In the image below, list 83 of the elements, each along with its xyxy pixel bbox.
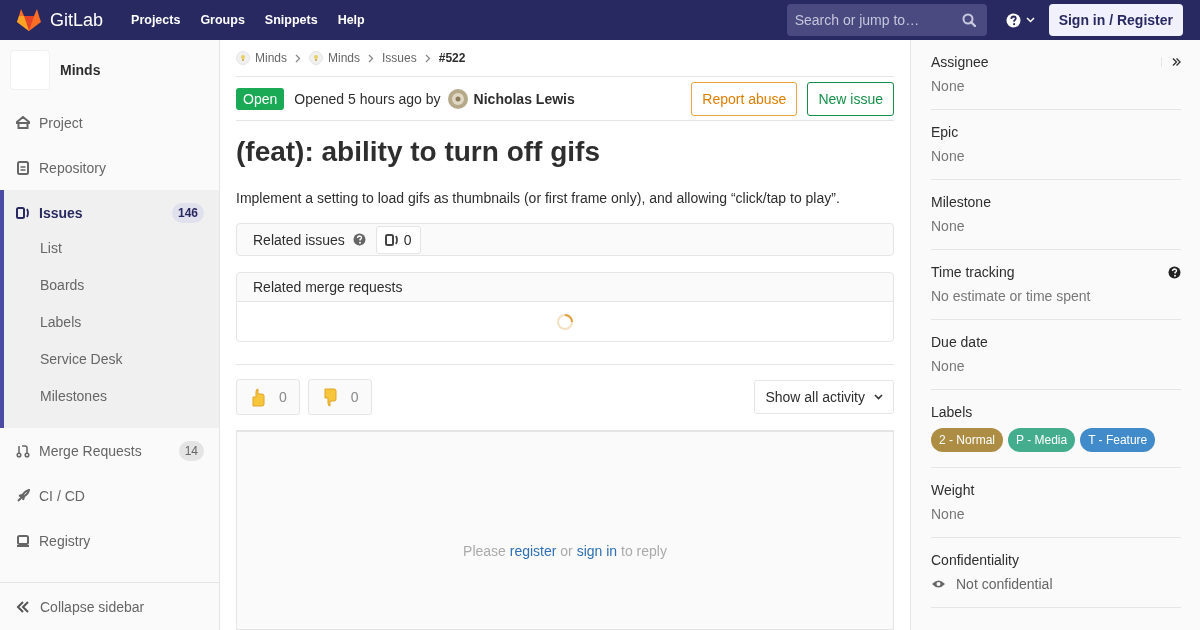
register-link[interactable]: register [509,542,557,559]
nav-link[interactable]: Groups [200,13,245,27]
issue-count-badge: 0 [375,225,421,254]
count-badge: 146 [171,202,204,223]
status-badge: Open [236,87,285,110]
eye-icon [931,579,946,589]
avatar-icon [446,87,469,110]
opened-text: Opened 5 hours ago by [294,90,441,107]
sidebar-section-title: Due date [931,334,988,350]
fox-logo-icon [16,8,42,32]
sidebar-section-title: Epic [931,124,959,140]
search-field[interactable]: Search or jump to… [786,4,987,36]
breadcrumb-link[interactable]: Minds [236,51,287,66]
sidebar-item[interactable]: Registry [4,518,219,563]
chevron-right-icon [295,53,301,63]
sidebar-section-value: None [931,218,966,234]
loading-spinner-icon [556,312,574,331]
sidebar-item[interactable]: Issues 146 [4,190,219,235]
sidebar-section-title: Labels [931,404,973,420]
sidebar-section-title: Time tracking [931,264,1015,280]
sidebar-section-value: Not confidential [956,576,1053,592]
rocket-icon [16,488,30,503]
nav-link[interactable]: Help [337,13,365,27]
help-dropdown[interactable] [1005,12,1035,28]
sidebar-subitem[interactable]: Service Desk [4,346,219,383]
sidebar-section-title: Assignee [931,54,989,70]
chevron-right-icon [424,53,431,63]
merge-icon [16,443,30,458]
registry-icon [16,533,30,548]
issues-icon [384,232,399,247]
author-link[interactable]: Nicholas Lewis [473,90,575,107]
double-chevron-left-icon [16,600,30,613]
project-icon [16,115,30,130]
sidebar-subitem[interactable]: Boards [4,272,219,309]
sidebar-section-value: None [931,78,966,94]
chevron-right-icon [368,53,375,63]
chevron-down-icon [874,394,883,400]
sidebar-section-value: None [931,358,966,374]
sidebar-item[interactable]: CI / CD [4,473,219,518]
breadcrumb-link[interactable]: Issues [382,51,417,66]
sign-in-button[interactable]: Sign in / Register [1048,4,1183,36]
help-icon [1168,265,1181,279]
sidebar-section-value: None [931,148,966,164]
sidebar-subitem[interactable]: Milestones [4,383,219,420]
sidebar-section-value: No estimate or time spent [931,288,1092,304]
issue-title: (feat): ability to turn off gifs [236,136,601,168]
sidebar-item[interactable]: Project [4,100,219,145]
thumbs-up-icon [249,387,267,407]
brand-name[interactable]: GitLab [50,9,104,31]
breadcrumb-link[interactable]: Minds [309,51,361,66]
issues-icon [16,205,30,220]
lightbulb-avatar-icon [236,51,250,66]
help-icon [352,233,366,246]
caret-icon [1025,17,1035,23]
new-issue-button[interactable]: New issue [807,81,894,116]
help-icon [1005,12,1021,28]
search-icon [961,13,976,27]
sign-in-link[interactable]: sign in [576,542,618,559]
sidebar-section-title: Confidentiality [931,552,1019,568]
lightbulb-avatar-icon [309,51,323,66]
panel-title: Related issues [253,231,345,248]
nav-link[interactable]: Snippets [264,13,318,27]
label-tag[interactable]: T - Feature [1080,428,1156,452]
report-abuse-button[interactable]: Report abuse [691,81,798,116]
sidebar-section-value: None [931,506,966,522]
award-button[interactable]: 0 [307,379,372,415]
count-badge: 14 [178,440,204,461]
sidebar-item[interactable]: Merge Requests 14 [4,428,219,473]
sidebar-section-title: Weight [931,482,975,498]
reply-prompt: Please register or sign in to reply [463,542,667,559]
sidebar-subitem[interactable]: List [4,235,219,272]
issue-description: Implement a setting to load gifs as thumbnails (or first frame only), and allowing “click/tap to play”. [236,190,841,206]
award-button[interactable]: 0 [236,379,300,415]
activity-filter-dropdown[interactable]: Show all activity [754,380,894,414]
repository-icon [16,160,30,175]
project-name[interactable]: Minds [60,62,101,78]
double-chevron-right-icon[interactable] [1161,57,1181,67]
nav-link[interactable]: Projects [131,13,181,27]
label-tag[interactable]: 2 - Normal [931,428,1003,452]
sidebar-item[interactable]: Repository [4,145,219,190]
sidebar-section-title: Milestone [931,194,991,210]
breadcrumb-link[interactable]: #522 [438,51,466,66]
sidebar-subitem[interactable]: Labels [4,309,219,346]
